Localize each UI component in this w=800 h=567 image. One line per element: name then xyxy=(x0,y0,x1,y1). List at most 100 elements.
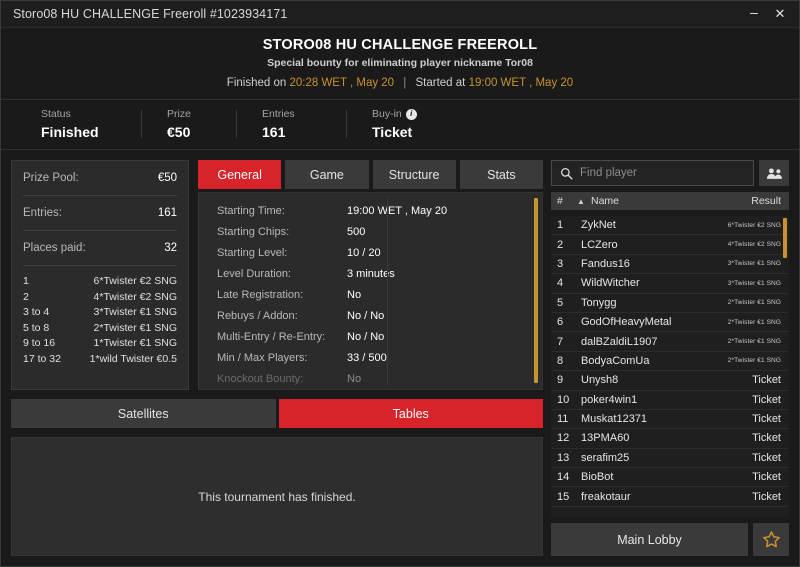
general-info-row: Starting Chips: 500 xyxy=(199,222,542,243)
player-rank: 14 xyxy=(557,471,570,484)
payout-row: 9 to 16 1*Twister €1 SNG xyxy=(23,336,177,352)
player-name: BodyaComUa xyxy=(581,354,650,367)
player-result: 2*Twister €1 SNG xyxy=(727,338,781,346)
payout-row: 17 to 32 1*wild Twister €0.5 xyxy=(23,352,177,368)
column-header-result[interactable]: Result xyxy=(751,195,781,207)
stat-buyin-value: Ticket xyxy=(372,124,413,140)
search-box[interactable] xyxy=(551,160,754,186)
payout-list: 1 6*Twister €2 SNG 2 4*Twister €2 SNG 3 to 4… xyxy=(23,266,177,367)
general-info-value: No / No xyxy=(347,310,385,322)
footer-button-row: Main Lobby xyxy=(551,523,789,556)
player-rank: 3 xyxy=(557,257,564,270)
payout-prize: 2*Twister €1 SNG xyxy=(93,321,177,334)
general-info-row: Knockout Bounty: No xyxy=(199,369,542,389)
general-info-list: Starting Time: 19:00 WET , May 20 Starting… xyxy=(199,201,542,389)
tab-game[interactable]: Game xyxy=(285,160,369,189)
started-label: Started at xyxy=(415,77,466,89)
search-row xyxy=(551,160,789,186)
table-row[interactable]: 6 GodOfHeavyMetal 2*Twister €1 SNG xyxy=(551,313,789,333)
player-name: Muskat12371 xyxy=(581,413,648,426)
player-name: freakotaur xyxy=(581,490,631,503)
favorite-button[interactable] xyxy=(753,523,789,556)
tables-button[interactable]: Tables xyxy=(278,399,543,428)
player-result: 2*Twister €1 SNG xyxy=(727,318,781,326)
player-name: dalBZaldiL1907 xyxy=(581,335,658,348)
satellites-button[interactable]: Satellites xyxy=(11,399,276,428)
places-paid-value: 32 xyxy=(164,242,177,254)
star-icon xyxy=(762,531,780,548)
tab-stats[interactable]: Stats xyxy=(459,160,543,189)
stat-buyin-label-text: Buy-in xyxy=(372,108,402,120)
player-result: Ticket xyxy=(752,490,781,503)
table-row[interactable]: 13 serafim25 Ticket xyxy=(551,449,789,469)
player-rank: 10 xyxy=(557,393,570,406)
main-lobby-button[interactable]: Main Lobby xyxy=(551,523,748,556)
player-list-scrollbar-thumb[interactable] xyxy=(783,218,787,258)
entries-value: 161 xyxy=(157,207,177,219)
table-row[interactable]: 15 freakotaur Ticket xyxy=(551,487,789,507)
general-scrollbar-thumb[interactable] xyxy=(534,198,538,383)
payout-prize: 1*Twister €1 SNG xyxy=(93,337,177,349)
table-row[interactable]: 7 dalBZaldiL1907 2*Twister €1 SNG xyxy=(551,332,789,352)
general-info-row: Level Duration: 3 minutes xyxy=(199,264,542,285)
payout-place: 3 to 4 xyxy=(23,306,50,318)
search-input[interactable] xyxy=(580,167,745,179)
general-info-key: Rebuys / Addon: xyxy=(217,310,298,322)
tournament-header: STORO08 HU CHALLENGE FREEROLL Special bo… xyxy=(1,28,799,100)
general-info-value: No / No xyxy=(347,331,385,343)
stat-status: Status Finished xyxy=(41,108,141,140)
tab-general[interactable]: General xyxy=(198,160,282,189)
general-info-key: Multi-Entry / Re-Entry: xyxy=(217,331,326,343)
table-row[interactable]: 5 Tonygg 2*Twister €1 SNG xyxy=(551,294,789,313)
stat-entries: Entries 161 xyxy=(236,108,346,140)
player-rank: 7 xyxy=(557,335,564,348)
prize-pool-label: Prize Pool: xyxy=(23,172,79,184)
payout-row: 1 6*Twister €2 SNG xyxy=(23,274,177,290)
table-row[interactable]: 14 BioBot Ticket xyxy=(551,468,789,488)
section-button-row: Satellites Tables xyxy=(11,399,543,428)
page-title: STORO08 HU CHALLENGE FREEROLL xyxy=(262,37,538,53)
player-rank: 5 xyxy=(557,296,564,309)
table-row[interactable]: 1 ZykNet 6*Twister €2 SNG xyxy=(551,216,789,236)
main-body: Prize Pool: €50 Entries: 161 Places paid… xyxy=(1,150,799,566)
table-row[interactable]: 3 Fandus16 3*Twister €1 SNG xyxy=(551,255,789,275)
general-info-key: Starting Chips: xyxy=(217,226,290,238)
player-name: LCZero xyxy=(581,238,618,251)
prize-pool-value: €50 xyxy=(157,172,177,184)
general-info-key: Knockout Bounty: xyxy=(217,373,304,385)
table-row[interactable]: 4 WildWitcher 3*Twister €1 SNG xyxy=(551,274,789,294)
finished-message: This tournament has finished. xyxy=(198,489,356,504)
table-row[interactable]: 9 Unysh8 Ticket xyxy=(551,371,789,391)
table-row[interactable]: 2 LCZero 4*Twister €2 SNG xyxy=(551,235,789,255)
general-info-row: Starting Time: 19:00 WET , May 20 xyxy=(199,201,542,222)
stat-prize: Prize €50 xyxy=(141,108,236,140)
general-info-row: Multi-Entry / Re-Entry: No / No xyxy=(199,327,542,348)
prize-pool-panel: Prize Pool: €50 Entries: 161 Places paid… xyxy=(11,160,189,390)
close-button[interactable]: ✕ xyxy=(767,3,793,25)
stat-prize-value: €50 xyxy=(167,124,191,140)
table-row[interactable]: 12 13PMA60 Ticket xyxy=(551,429,789,449)
payout-prize: 6*Twister €2 SNG xyxy=(93,275,177,287)
column-header-name[interactable]: Name xyxy=(591,195,751,207)
sort-ascending-icon[interactable]: ▲ xyxy=(577,197,591,206)
info-icon[interactable]: i xyxy=(405,108,417,120)
player-result: 3*Twister €1 SNG xyxy=(727,260,781,268)
tab-structure[interactable]: Structure xyxy=(372,160,456,189)
stat-prize-label: Prize xyxy=(167,108,191,120)
general-info-value: 500 xyxy=(347,226,366,238)
table-row[interactable]: 8 BodyaComUa 2*Twister €1 SNG xyxy=(551,352,789,372)
players-view-button[interactable] xyxy=(759,160,789,186)
table-row[interactable]: 11 Muskat12371 Ticket xyxy=(551,410,789,430)
player-result: Ticket xyxy=(752,393,781,406)
player-name: 13PMA60 xyxy=(581,432,630,445)
player-result: Ticket xyxy=(752,374,781,387)
table-row[interactable]: 10 poker4win1 Ticket xyxy=(551,391,789,410)
payout-place: 9 to 16 xyxy=(23,337,56,349)
bounty-subtitle: Special bounty for eliminating player ni… xyxy=(267,57,533,69)
player-rank: 9 xyxy=(557,374,564,387)
player-list[interactable]: 1 ZykNet 6*Twister €2 SNG 2 LCZero 4*Twister … xyxy=(551,216,789,517)
general-info-row: Late Registration: No xyxy=(199,285,542,306)
payout-place: 5 to 8 xyxy=(23,321,50,334)
column-header-number[interactable]: # xyxy=(557,195,577,207)
minimize-button[interactable]: – xyxy=(741,3,767,25)
